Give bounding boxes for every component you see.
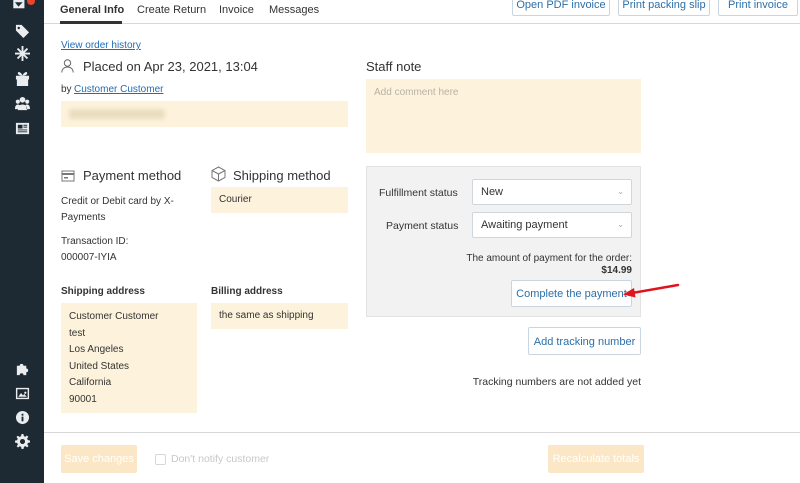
billing-address-box: the same as shipping [211,303,348,329]
info-icon[interactable] [12,409,32,425]
dont-notify-label: Don't notify customer [171,453,270,465]
by-label: by [61,84,72,95]
transaction-id-label: Transaction ID: [61,236,129,247]
newspaper-icon[interactable] [12,120,32,136]
tab-invoice[interactable]: Invoice [219,4,254,16]
fulfillment-status-label: Fulfillment status [379,187,458,199]
customer-link[interactable]: Customer Customer [74,84,163,95]
address-line: United States [69,360,130,372]
chevron-down-icon: ⌄ [617,187,624,196]
status-panel: Fulfillment status New ⌄ Payment status … [366,166,641,317]
user-icon [61,59,74,76]
payment-card-icon [61,169,75,185]
payment-method-value: Credit or Debit card by X- Payments [61,194,174,226]
gift-icon[interactable] [12,70,32,86]
active-tab-indicator [60,21,122,24]
puzzle-icon[interactable] [12,360,32,376]
print-invoice-button[interactable]: Print invoice [718,0,798,16]
tab-create-return[interactable]: Create Return [137,4,206,16]
redacted-email [69,109,165,119]
tab-general-info[interactable]: General Info [60,4,124,16]
print-packing-slip-button[interactable]: Print packing slip [618,0,710,16]
customer-email-box [61,101,348,127]
view-order-history-link[interactable]: View order history [61,40,141,51]
shipping-address-lines: Customer Customer test Los Angeles Unite… [69,309,158,408]
red-arrow-annotation [623,283,680,298]
shipping-method-title: Shipping method [233,168,331,183]
open-pdf-invoice-button[interactable]: Open PDF invoice [512,0,610,16]
gear-icon[interactable] [12,433,32,449]
shipping-address-box: Customer Customer test Los Angeles Unite… [61,303,197,413]
add-tracking-number-button[interactable]: Add tracking number [528,327,641,355]
payment-method-title: Payment method [83,168,182,183]
tag-icon[interactable] [12,22,32,38]
recalculate-totals-button[interactable]: Recalculate totals [548,445,644,473]
payment-amount-label: The amount of payment for the order: [466,253,632,264]
address-line: test [69,327,86,339]
image-icon[interactable] [12,385,32,401]
payment-status-label: Payment status [386,220,459,232]
shipping-address-label: Shipping address [61,286,145,297]
logo-icon[interactable] [12,0,35,12]
address-line: 90001 [69,393,97,405]
billing-address-value: the same as shipping [219,310,314,321]
tracking-empty-text: Tracking numbers are not added yet [472,376,641,388]
snowflake-icon[interactable] [12,45,32,61]
payment-method-line-2: Payments [61,212,106,223]
billing-address-label: Billing address [211,286,283,297]
address-line: Los Angeles [69,344,124,355]
fulfillment-status-select[interactable]: New ⌄ [472,179,632,205]
chevron-down-icon: ⌄ [617,220,624,229]
placed-on-date: Placed on Apr 23, 2021, 13:04 [83,59,258,74]
staff-note-placeholder: Add comment here [374,87,459,98]
payment-status-select[interactable]: Awaiting payment ⌄ [472,212,632,238]
shipping-method-box: Courier [211,187,348,213]
fulfillment-status-value: New [481,186,504,198]
dont-notify-checkbox[interactable] [155,454,166,465]
complete-payment-button[interactable]: Complete the payment [511,280,632,307]
box-icon [211,166,226,185]
sidebar [0,0,44,483]
footer-bar: Save changes Don't notify customer Recal… [44,432,800,483]
staff-note-textarea[interactable]: Add comment here [366,79,641,153]
payment-amount-value: $14.99 [601,265,632,276]
shipping-method-value: Courier [219,194,252,205]
address-line: California [69,377,112,388]
staff-note-title: Staff note [366,59,422,74]
tab-bar: General Info Create Return Invoice Messa… [44,0,800,24]
users-icon[interactable] [12,95,32,111]
address-line: Customer Customer [69,311,159,322]
tab-messages[interactable]: Messages [269,4,319,16]
payment-status-value: Awaiting payment [481,219,568,231]
payment-method-line-1: Credit or Debit card by X- [61,196,174,207]
save-changes-button[interactable]: Save changes [61,445,137,473]
transaction-id-value: 000007-IYIA [61,252,117,263]
